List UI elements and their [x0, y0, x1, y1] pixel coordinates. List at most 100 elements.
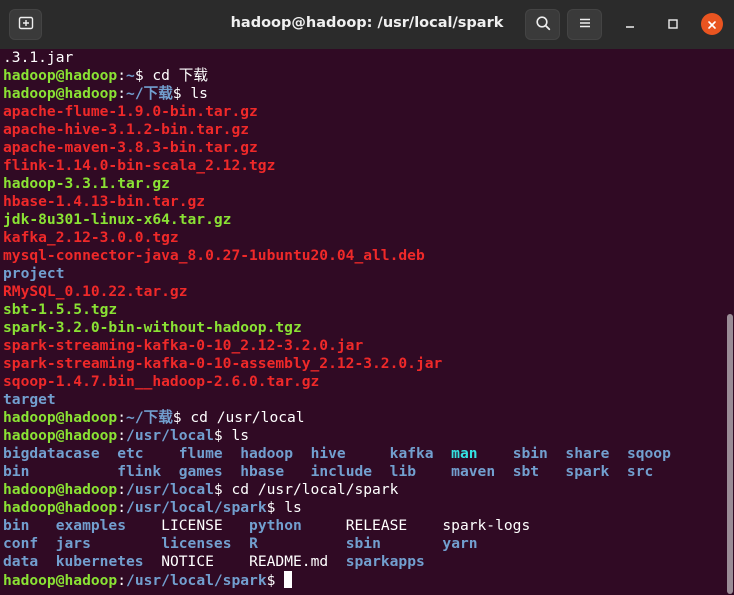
- terminal-text: hadoop@hadoop: [3, 481, 118, 498]
- close-button[interactable]: [701, 13, 723, 35]
- terminal-line: hadoop@hadoop:/usr/local$ cd /usr/local/…: [3, 481, 726, 499]
- terminal-text: hadoop@hadoop: [3, 427, 118, 444]
- terminal-line: hadoop@hadoop:/usr/local$ ls: [3, 427, 726, 445]
- title-bar[interactable]: hadoop@hadoop: /usr/local/spark: [0, 0, 734, 49]
- terminal-text: flink: [117, 463, 162, 480]
- terminal-text: NOTICE: [161, 553, 214, 570]
- terminal-text: kafka_2.12-3.0.0.tgz: [3, 229, 179, 246]
- terminal-text: python: [249, 517, 302, 534]
- terminal-text: :: [117, 572, 127, 589]
- minimize-button[interactable]: [619, 13, 641, 35]
- terminal-text: hadoop@hadoop: [3, 572, 118, 589]
- terminal-line: hadoop@hadoop:/usr/local/spark$ ls: [3, 499, 726, 517]
- terminal-text: hadoop-3.3.1.tar.gz: [3, 175, 170, 192]
- terminal-line: spark-streaming-kafka-0-10-assembly_2.12…: [3, 355, 726, 373]
- terminal-line: mysql-connector-java_8.0.27-1ubuntu20.04…: [3, 247, 726, 265]
- terminal-text: maven: [451, 463, 496, 480]
- terminal-text: sparkapps: [345, 553, 425, 570]
- terminal-text: target: [3, 391, 56, 408]
- terminal-text: hadoop@hadoop: [3, 409, 118, 426]
- terminal-line: bin examples LICENSE python RELEASE spar…: [3, 517, 726, 535]
- terminal-text: src: [626, 463, 654, 480]
- terminal-line: spark-streaming-kafka-0-10_2.12-3.2.0.ja…: [3, 337, 726, 355]
- minimize-icon: [624, 15, 636, 34]
- terminal-text: $ cd /usr/local: [172, 409, 305, 426]
- terminal-text: sqoop-1.4.7.bin__hadoop-2.6.0.tar.gz: [3, 373, 320, 390]
- terminal-line: bin flink games hbase include lib maven …: [3, 463, 726, 481]
- terminal-line: jdk-8u301-linux-x64.tar.gz: [3, 211, 726, 229]
- scrollbar-thumb[interactable]: [727, 314, 733, 594]
- terminal-line: apache-flume-1.9.0-bin.tar.gz: [3, 103, 726, 121]
- terminal-text: spark-logs: [442, 517, 531, 534]
- terminal-text: apache-maven-3.8.3-bin.tar.gz: [3, 139, 258, 156]
- maximize-button[interactable]: [662, 13, 684, 35]
- terminal-text: share: [565, 445, 610, 462]
- terminal-text: etc: [117, 445, 144, 462]
- terminal-text: kubernetes: [55, 553, 144, 570]
- terminal-text: bin: [3, 463, 30, 480]
- terminal-line: apache-hive-3.1.2-bin.tar.gz: [3, 121, 726, 139]
- terminal-text: /usr/local/spark: [126, 572, 267, 589]
- terminal-line: hadoop@hadoop:~$ cd 下载: [3, 67, 726, 85]
- terminal-text: $ ls: [172, 85, 208, 102]
- terminal-text: .3.1.jar: [3, 49, 74, 66]
- terminal-text: hadoop@hadoop: [3, 499, 118, 516]
- terminal-text: :: [117, 481, 127, 498]
- search-icon: [535, 15, 551, 35]
- search-button[interactable]: [525, 9, 560, 40]
- terminal-text: games: [178, 463, 223, 480]
- terminal-line: data kubernetes NOTICE README.md sparkap…: [3, 553, 726, 571]
- terminal-line: RMySQL_0.10.22.tar.gz: [3, 283, 726, 301]
- terminal-text: sqoop: [626, 445, 671, 462]
- terminal-text: R: [249, 535, 258, 552]
- terminal-text: jdk-8u301-linux-x64.tar.gz: [3, 211, 232, 228]
- text-cursor: [284, 571, 293, 588]
- terminal-line: kafka_2.12-3.0.0.tgz: [3, 229, 726, 247]
- terminal-text: apache-flume-1.9.0-bin.tar.gz: [3, 103, 258, 120]
- terminal-line: hadoop@hadoop:/usr/local/spark$: [3, 571, 726, 589]
- terminal-output[interactable]: .3.1.jar hadoop@hadoop:~$ cd 下载 hadoop@had…: [3, 49, 726, 595]
- terminal-text: project: [3, 265, 65, 282]
- terminal-text: flink-1.14.0-bin-scala_2.12.tgz: [3, 157, 276, 174]
- terminal-line: target: [3, 391, 726, 409]
- terminal-text: $ cd /usr/local/spark: [213, 481, 399, 498]
- terminal-text: :: [117, 85, 127, 102]
- terminal-text: man: [451, 445, 478, 462]
- terminal-text: $ ls: [266, 499, 302, 516]
- terminal-text: LICENSE: [161, 517, 223, 534]
- terminal-text: bin: [3, 517, 30, 534]
- terminal-window: hadoop@hadoop: /usr/local/spark .3.1.jar…: [0, 0, 734, 595]
- menu-button[interactable]: [567, 9, 602, 40]
- terminal-line: apache-maven-3.8.3-bin.tar.gz: [3, 139, 726, 157]
- new-tab-icon: [18, 15, 34, 35]
- terminal-text: ~: [126, 67, 135, 84]
- new-tab-button[interactable]: [9, 9, 42, 40]
- terminal-text: /usr/local: [126, 427, 214, 444]
- terminal-line: conf jars licenses R sbin yarn: [3, 535, 726, 553]
- terminal-text: $: [266, 572, 285, 589]
- terminal-text: spark-streaming-kafka-0-10_2.12-3.2.0.ja…: [3, 337, 364, 354]
- terminal-text: jars: [55, 535, 91, 552]
- terminal-text: hbase-1.4.13-bin.tar.gz: [3, 193, 206, 210]
